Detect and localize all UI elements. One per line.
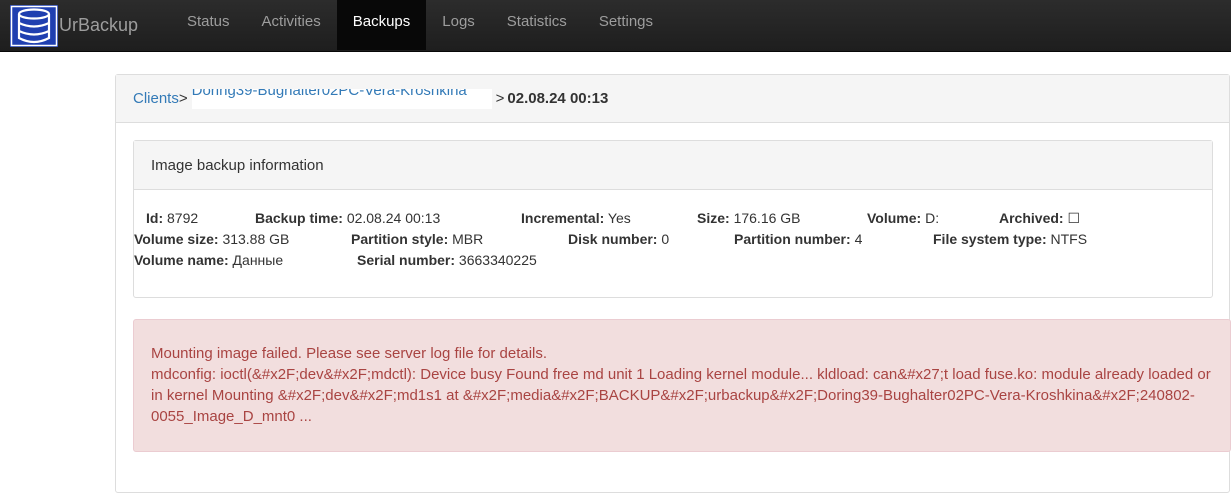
- brand-name: UrBackup: [59, 15, 139, 35]
- backup-panel: Clients > Doring39-Bughalter02PC-Vera-Kr…: [115, 74, 1231, 493]
- breadcrumb-client-link[interactable]: Doring39-Bughalter02PC-Vera-Kroshkina: [191, 88, 492, 109]
- field-id: Id: 8792: [146, 210, 199, 226]
- info-row: Id: 8792 Backup time: 02.08.24 00:13 Inc…: [134, 208, 1212, 229]
- field-incremental: Incremental: Yes: [521, 210, 631, 226]
- info-fields: Id: 8792 Backup time: 02.08.24 00:13 Inc…: [134, 190, 1212, 271]
- nav-backups[interactable]: Backups: [336, 0, 427, 50]
- brand[interactable]: UrBackup: [10, 0, 138, 51]
- info-row: Volume size: 313.88 GB Partition style: …: [134, 229, 1212, 250]
- nav-logs[interactable]: Logs: [426, 0, 491, 50]
- field-disk-number: Disk number: 0: [568, 231, 670, 247]
- breadcrumb-current: 02.08.24 00:13: [507, 90, 609, 107]
- navbar: UrBackup Status Activities Backups Logs …: [0, 0, 1231, 52]
- breadcrumb-separator: >: [178, 90, 188, 107]
- field-archived: Archived: ☐: [999, 210, 1081, 226]
- archived-checkbox-icon: ☐: [1067, 210, 1081, 226]
- field-partition-style: Partition style: MBR: [351, 231, 484, 247]
- nav-status[interactable]: Status: [171, 0, 246, 50]
- breadcrumb-separator: >: [495, 90, 505, 107]
- urbackup-logo-icon: [10, 4, 58, 47]
- nav-statistics[interactable]: Statistics: [491, 0, 583, 50]
- field-volume: Volume: D:: [867, 210, 940, 226]
- breadcrumb: Clients > Doring39-Bughalter02PC-Vera-Kr…: [116, 75, 1229, 123]
- main-nav: Status Activities Backups Logs Statistic…: [171, 0, 669, 50]
- field-size: Size: 176.16 GB: [697, 210, 801, 226]
- field-fs-type: File system type: NTFS: [933, 231, 1088, 247]
- field-serial-number: Serial number: 3663340225: [357, 252, 537, 268]
- mount-error-alert: Mounting image failed. Please see server…: [133, 319, 1231, 452]
- nav-settings[interactable]: Settings: [583, 0, 669, 50]
- info-row: Volume name: Данные Serial number: 36633…: [134, 250, 1212, 271]
- alert-detail: mdconfig: ioctl(&#x2F;dev&#x2F;mdctl): D…: [151, 366, 1211, 425]
- image-backup-info-panel: Image backup information Id: 8792 Backup…: [133, 140, 1213, 298]
- field-volume-name: Volume name: Данные: [134, 252, 284, 268]
- field-backup-time: Backup time: 02.08.24 00:13: [255, 210, 441, 226]
- alert-message: Mounting image failed. Please see server…: [151, 345, 548, 362]
- info-panel-title: Image backup information: [134, 141, 1212, 190]
- nav-activities[interactable]: Activities: [246, 0, 337, 50]
- breadcrumb-clients-link[interactable]: Clients: [133, 90, 179, 107]
- field-volume-size: Volume size: 313.88 GB: [134, 231, 290, 247]
- field-partition-number: Partition number: 4: [734, 231, 863, 247]
